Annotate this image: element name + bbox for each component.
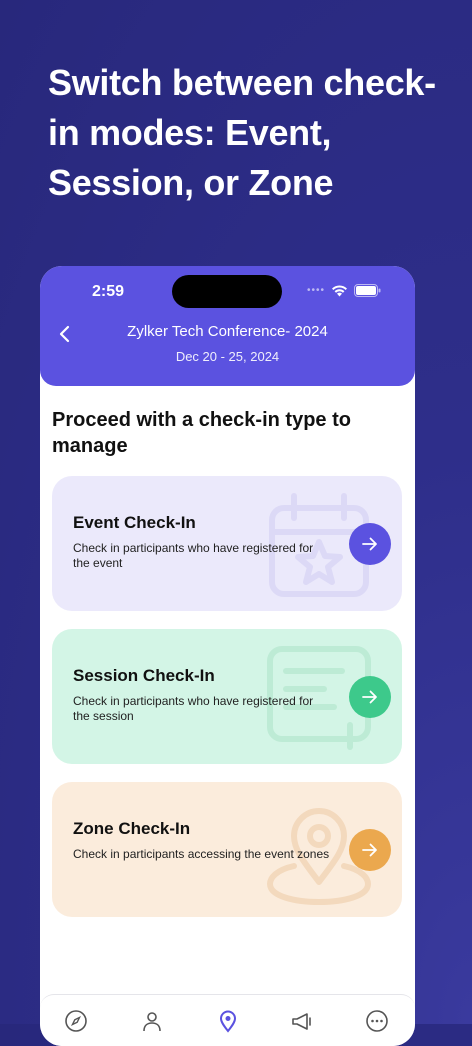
card-description: Check in participants accessing the even…: [73, 847, 330, 861]
event-checkin-card[interactable]: Event Check-In Check in participants who…: [52, 476, 402, 611]
tab-megaphone[interactable]: [288, 1007, 316, 1035]
event-dates: Dec 20 - 25, 2024: [175, 349, 280, 364]
people-icon: [143, 1012, 161, 1032]
promo-title: Switch between check-in modes: Event, Se…: [48, 62, 436, 203]
zone-checkin-arrow-button[interactable]: [349, 829, 391, 871]
dynamic-island: [172, 275, 282, 308]
arrow-right-icon: [362, 843, 377, 857]
battery-icon: [354, 284, 381, 297]
more-icon: [366, 1010, 388, 1032]
tab-more[interactable]: [363, 1007, 391, 1035]
card-title: Event Check-In: [73, 513, 196, 532]
card-description: Check in participants who have registere…: [73, 541, 314, 570]
status-icons: ••••: [307, 284, 381, 297]
megaphone-icon: [292, 1013, 311, 1030]
wifi-icon: [332, 284, 347, 296]
arrow-right-icon: [362, 690, 377, 704]
signal-icon: ••••: [306, 285, 325, 296]
tab-compass[interactable]: [62, 1007, 90, 1035]
compass-icon: [65, 1010, 87, 1032]
phone-frame: 2:59 •••• Zylker Tech Conference- 2024 D…: [40, 266, 415, 1046]
card-title: Session Check-In: [73, 666, 215, 685]
card-description: Check in participants who have registere…: [73, 694, 314, 723]
tab-location[interactable]: [214, 1007, 242, 1035]
session-checkin-arrow-button[interactable]: [349, 676, 391, 718]
location-icon: [219, 1010, 237, 1033]
arrow-right-icon: [362, 537, 377, 551]
event-checkin-arrow-button[interactable]: [349, 523, 391, 565]
tab-bar: [40, 994, 415, 1046]
zone-checkin-card[interactable]: Zone Check-In Check in participants acce…: [52, 782, 402, 917]
status-time: 2:59: [92, 283, 125, 300]
tab-people[interactable]: [138, 1007, 166, 1035]
checkin-prompt: Proceed with a check-in type to manage: [52, 409, 351, 457]
app-header: 2:59 •••• Zylker Tech Conference- 2024 D…: [40, 266, 415, 386]
event-name: Zylker Tech Conference- 2024: [127, 323, 328, 340]
card-title: Zone Check-In: [73, 819, 191, 838]
session-checkin-card[interactable]: Session Check-In Check in participants w…: [52, 629, 402, 764]
